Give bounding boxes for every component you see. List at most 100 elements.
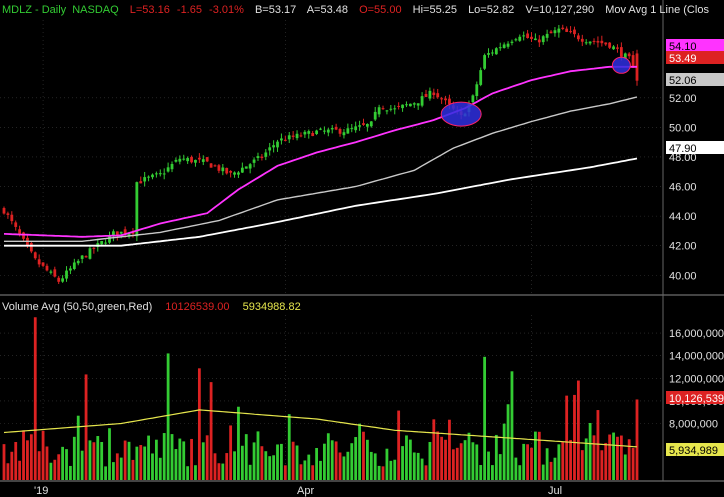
candle-body <box>162 173 166 175</box>
volume-bar <box>369 451 373 480</box>
volume-bar <box>600 450 604 480</box>
candle-body <box>41 262 45 266</box>
volume-bar <box>537 431 541 480</box>
chart-background <box>0 0 724 497</box>
volume-bar <box>346 451 350 480</box>
candle-body <box>229 170 233 173</box>
volume-bar <box>240 445 244 480</box>
volume-bar <box>197 368 201 480</box>
volume-bar <box>389 460 393 480</box>
volume-bar <box>209 382 213 480</box>
candle-body <box>307 131 311 134</box>
header-ask: A=53.48 <box>307 4 348 16</box>
price-label-ma100: 52.06 <box>669 75 697 87</box>
candle-body <box>303 131 307 135</box>
volume-bar <box>487 451 490 480</box>
candle-body <box>522 35 526 37</box>
candle-body <box>518 36 522 41</box>
candle-body <box>534 38 537 41</box>
candle-body <box>72 262 76 269</box>
candle-body <box>475 84 479 96</box>
volume-bar <box>287 414 291 480</box>
header-open: O=55.00 <box>359 4 402 16</box>
volume-bar <box>276 444 279 480</box>
volume-bar <box>416 452 420 480</box>
candle-body <box>412 103 416 105</box>
candle-body <box>565 28 569 32</box>
volume-bar <box>272 455 276 480</box>
candle-body <box>549 31 553 34</box>
volume-bar <box>444 439 447 480</box>
candle-body <box>154 173 158 175</box>
candle-body <box>65 270 68 279</box>
volume-bar <box>291 441 295 480</box>
volume-bar <box>84 374 88 480</box>
candle-body <box>311 133 315 137</box>
candle-body <box>498 47 502 49</box>
candle-body <box>104 242 107 244</box>
volume-bar <box>580 450 584 480</box>
volume-bar <box>41 430 45 480</box>
volume-bar <box>440 436 444 480</box>
volume-bar <box>459 443 463 480</box>
volume-bar <box>365 439 369 480</box>
candle-body <box>346 128 350 134</box>
volume-bar <box>158 457 162 480</box>
volume-bar <box>88 440 92 480</box>
volume-bar <box>635 399 639 480</box>
volume-bar <box>518 465 522 480</box>
volume-bar <box>530 447 533 480</box>
candle-body <box>596 41 600 43</box>
volume-bar <box>119 457 123 480</box>
candle-body <box>588 41 592 44</box>
price-label-last: 53.49 <box>669 53 697 65</box>
volume-bar <box>76 415 80 480</box>
volume-bar <box>280 443 283 480</box>
volume-bar <box>424 465 428 480</box>
price-tick-label: 52.00 <box>669 93 697 105</box>
candle-body <box>619 47 623 57</box>
volume-bar <box>115 453 119 480</box>
volume-bar <box>174 449 178 480</box>
volume-bar <box>569 439 572 480</box>
volume-bar <box>549 461 553 480</box>
time-tick-label: '19 <box>34 485 48 497</box>
candle-body <box>323 130 326 132</box>
candle-body <box>69 268 72 271</box>
header-symbol: MDLZ - Daily <box>2 4 67 16</box>
volume-bar <box>162 433 166 480</box>
volume-bar <box>268 456 272 480</box>
candle-body <box>280 138 283 141</box>
volume-bar <box>342 456 346 480</box>
volume-bar <box>151 453 154 480</box>
candle-body <box>393 108 397 110</box>
volume-bar <box>26 440 29 480</box>
candle-body <box>424 94 428 98</box>
candle-body <box>264 152 268 157</box>
volume-bar <box>57 454 61 480</box>
header-low: Lo=52.82 <box>468 4 514 16</box>
volume-bar <box>592 435 596 480</box>
volume-bar <box>104 466 107 480</box>
volume-bar <box>428 441 432 480</box>
volume-bar <box>205 435 209 480</box>
candle-body <box>405 104 408 106</box>
candle-body <box>252 159 256 163</box>
price-tick-label: 50.00 <box>669 122 697 134</box>
volume-bar <box>37 451 41 480</box>
volume-bar <box>494 434 498 480</box>
volume-bar <box>463 440 467 480</box>
candle-body <box>385 110 389 112</box>
volume-bar <box>127 441 131 480</box>
candle-body <box>444 98 447 101</box>
volume-bar <box>502 423 506 480</box>
volume-tick-label: 14,000,000 <box>669 351 724 363</box>
candle-body <box>147 176 150 178</box>
candle-body <box>330 128 334 130</box>
candle-body <box>170 163 174 170</box>
volume-bar <box>354 437 358 480</box>
volume-bar <box>514 457 518 480</box>
volume-bar <box>147 435 150 480</box>
candle-body <box>139 181 143 184</box>
volume-bar <box>573 394 576 480</box>
